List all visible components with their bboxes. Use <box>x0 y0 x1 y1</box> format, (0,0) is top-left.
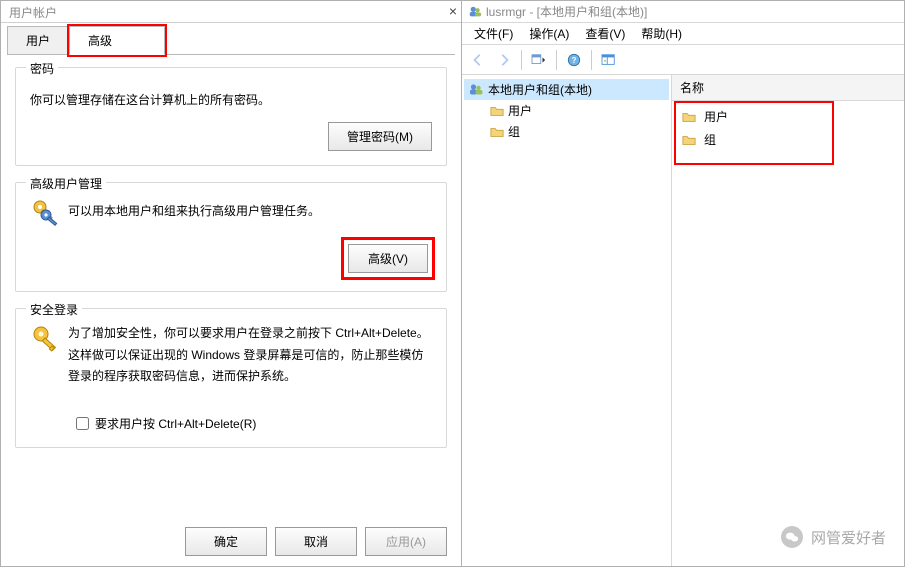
folder-icon <box>682 110 696 124</box>
group-advanced-mgmt: 高级用户管理 可以用本地用户和组来执行高级用户管理任务。 <box>15 182 447 293</box>
arrow-right-icon <box>497 53 511 67</box>
dialog-titlebar: 用户帐户 × <box>1 1 461 23</box>
tab-users[interactable]: 用户 <box>7 26 69 55</box>
folder-icon <box>490 125 504 139</box>
advanced-button[interactable]: 高级(V) <box>348 244 428 273</box>
user-accounts-dialog: 用户帐户 × 用户 高级 密码 你可以管理存储在这台计算机上的所有密码。 管理密… <box>0 0 462 567</box>
menu-view[interactable]: 查看(V) <box>577 23 633 44</box>
advanced-desc: 可以用本地用户和组来执行高级用户管理任务。 <box>68 201 432 223</box>
views-button[interactable] <box>527 48 551 72</box>
secure-desc: 为了增加安全性，你可以要求用户在登录之前按下 Ctrl+Alt+Delete。这… <box>68 323 432 388</box>
dialog-title: 用户帐户 <box>9 6 57 20</box>
lusrmgr-window: lusrmgr - [本地用户和组(本地)] 文件(F) 操作(A) 查看(V)… <box>462 0 905 567</box>
group-secure-title: 安全登录 <box>26 301 82 318</box>
tree-root-label: 本地用户和组(本地) <box>488 81 592 98</box>
menu-help[interactable]: 帮助(H) <box>633 23 690 44</box>
watermark-text: 网管爱好者 <box>811 527 886 548</box>
toolbar-separator <box>591 50 592 70</box>
folder-icon <box>490 104 504 118</box>
manage-passwords-button[interactable]: 管理密码(M) <box>328 122 432 151</box>
users-groups-icon <box>468 82 484 98</box>
menubar: 文件(F) 操作(A) 查看(V) 帮助(H) <box>462 23 904 45</box>
key-icon <box>30 323 68 355</box>
lusrmgr-titlebar: lusrmgr - [本地用户和组(本地)] <box>462 1 904 23</box>
toolbar: ? <box>462 45 904 75</box>
cancel-button[interactable]: 取消 <box>275 527 357 556</box>
mmc-body: 本地用户和组(本地) 用户 组 名称 <box>462 75 904 566</box>
list-item-groups[interactable]: 组 <box>678 128 898 151</box>
arrow-left-icon <box>471 53 485 67</box>
list-pane: 名称 用户 组 <box>672 75 904 566</box>
folder-icon <box>682 133 696 147</box>
group-password-title: 密码 <box>26 60 58 77</box>
tree-groups-label: 组 <box>508 123 520 140</box>
tree-root-local-users-groups[interactable]: 本地用户和组(本地) <box>464 79 669 100</box>
apply-button[interactable]: 应用(A) <box>365 527 447 556</box>
list-groups-label: 组 <box>704 131 716 148</box>
close-icon[interactable]: × <box>449 3 457 19</box>
group-secure-logon: 安全登录 为了增加安全性，你可以要求用户在登录之前按下 Ctrl+Alt+Del… <box>15 308 447 448</box>
tab-advanced[interactable]: 高级 <box>69 26 165 55</box>
list-item-users[interactable]: 用户 <box>678 105 898 128</box>
menu-action[interactable]: 操作(A) <box>521 23 577 44</box>
keys-icon <box>30 197 68 229</box>
lusrmgr-title: lusrmgr - [本地用户和组(本地)] <box>486 3 647 20</box>
group-password: 密码 你可以管理存储在这台计算机上的所有密码。 管理密码(M) <box>15 67 447 166</box>
show-hide-button[interactable] <box>597 48 621 72</box>
tree-users-label: 用户 <box>508 102 532 119</box>
list-users-label: 用户 <box>704 108 728 125</box>
toolbar-separator <box>521 50 522 70</box>
back-button[interactable] <box>466 48 490 72</box>
tree-node-users[interactable]: 用户 <box>464 100 669 121</box>
panes-icon <box>601 53 617 67</box>
password-desc: 你可以管理存储在这台计算机上的所有密码。 <box>30 90 432 112</box>
list-column-name[interactable]: 名称 <box>672 75 904 101</box>
dialog-button-row: 确定 取消 应用(A) <box>185 527 447 556</box>
list-items: 用户 组 <box>672 101 904 155</box>
lusrmgr-app-icon <box>468 5 482 19</box>
menu-file[interactable]: 文件(F) <box>466 23 521 44</box>
ok-button[interactable]: 确定 <box>185 527 267 556</box>
require-cad-label: 要求用户按 Ctrl+Alt+Delete(R) <box>95 415 256 432</box>
tab-content-advanced: 密码 你可以管理存储在这台计算机上的所有密码。 管理密码(M) 高级用户管理 <box>1 55 461 476</box>
watermark: 网管爱好者 <box>781 526 886 548</box>
wechat-icon <box>781 526 803 548</box>
help-button[interactable]: ? <box>562 48 586 72</box>
forward-button[interactable] <box>492 48 516 72</box>
svg-text:?: ? <box>572 56 577 65</box>
views-icon <box>531 53 547 67</box>
tab-strip: 用户 高级 <box>7 25 455 55</box>
tree-node-groups[interactable]: 组 <box>464 121 669 142</box>
tree-pane: 本地用户和组(本地) 用户 组 <box>462 75 672 566</box>
require-cad-checkbox[interactable] <box>76 417 89 430</box>
help-icon: ? <box>567 53 581 67</box>
toolbar-separator <box>556 50 557 70</box>
group-advanced-title: 高级用户管理 <box>26 175 106 192</box>
